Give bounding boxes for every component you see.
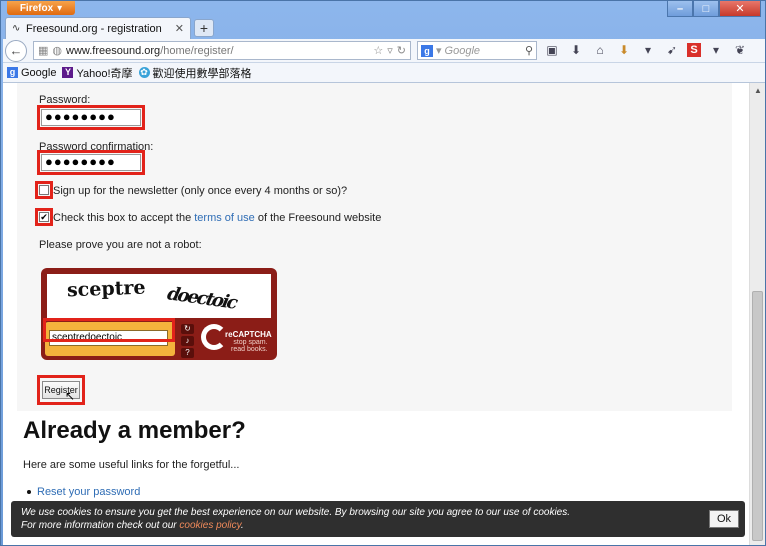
- cookie-line-2: For more information check out our cooki…: [21, 519, 735, 532]
- search-bar[interactable]: g ▾ Google ⚲: [417, 41, 537, 60]
- new-tab-button[interactable]: +: [194, 19, 214, 37]
- download-helper-icon[interactable]: ⬇: [615, 41, 633, 59]
- firefox-menu-button[interactable]: Firefox ▾: [7, 1, 75, 15]
- scroll-up-arrow-icon[interactable]: ▲: [750, 83, 765, 97]
- cookie-ok-button[interactable]: Ok: [709, 510, 739, 528]
- navigation-toolbar: ← ▦ ◍ www.freesound.org/home/register/ ☆…: [3, 39, 765, 63]
- mouse-cursor-icon: ↖: [65, 389, 76, 403]
- captcha-refresh-icon[interactable]: ↻: [181, 324, 194, 334]
- captcha-image: sceptre doectoic: [47, 274, 271, 318]
- terms-text: Check this box to accept the terms of us…: [53, 212, 381, 224]
- list-item: Reset your password: [27, 486, 140, 498]
- addon-icon[interactable]: ❦: [731, 41, 749, 59]
- yahoo-icon: Y: [62, 67, 74, 78]
- recaptcha-widget: sceptre doectoic sceptre doectoic ↻ ♪ ? r…: [41, 268, 277, 360]
- terms-checkbox[interactable]: ✔: [39, 212, 49, 222]
- recaptcha-tagline-2: read books.: [231, 346, 268, 353]
- bookmark-label: 歡迎使用數學部落格: [152, 67, 252, 80]
- newsletter-checkbox[interactable]: [39, 185, 49, 195]
- freesound-favicon-icon: ∿: [12, 22, 21, 34]
- downloads-icon[interactable]: ⬇: [567, 41, 585, 59]
- url-bar[interactable]: ▦ ◍ www.freesound.org/home/register/ ☆ ▿…: [33, 41, 411, 60]
- cookie-line-1: We use cookies to ensure you get the bes…: [21, 507, 571, 518]
- cookie-line-2-suffix: .: [240, 520, 244, 531]
- cookie-line-2-prefix: For more information check out our: [21, 520, 180, 531]
- google-search-engine-icon[interactable]: g: [421, 44, 433, 57]
- registration-form: Password: ●●●●●●●● Password confirmation…: [17, 83, 732, 411]
- reset-password-link[interactable]: Reset your password: [37, 486, 140, 498]
- google-icon: g: [7, 67, 18, 78]
- page-content: Password: ●●●●●●●● Password confirmation…: [3, 83, 765, 545]
- cookie-notice-bar: We use cookies to ensure you get the bes…: [11, 501, 745, 537]
- captcha-controls: ↻ ♪ ?: [181, 324, 195, 358]
- tab-close-icon[interactable]: ✕: [175, 22, 184, 35]
- terms-of-use-link[interactable]: terms of use: [194, 212, 255, 224]
- bookmark-star-icon[interactable]: ☆: [373, 44, 383, 57]
- vertical-scrollbar[interactable]: ▲: [749, 83, 765, 545]
- toolbar-icons: ▣ ⬇ ⌂ ⬇ ▾ ➹ S ▾ ❦: [543, 41, 749, 59]
- search-engine-dropdown-icon[interactable]: ▾: [436, 44, 442, 57]
- firefox-label: Firefox: [19, 2, 54, 14]
- url-host: www.freesound.org: [66, 44, 161, 57]
- home-icon[interactable]: ⌂: [591, 41, 609, 59]
- browser-window: Firefox ▾ – □ ✕ ∿ Freesound.org - regist…: [0, 0, 766, 546]
- robot-prompt: Please prove you are not a robot:: [39, 239, 202, 251]
- page-icon: ▦: [38, 45, 49, 57]
- tab-title: Freesound.org - registration: [26, 22, 162, 35]
- back-arrow-icon: ←: [9, 43, 23, 58]
- bookmark-label: Google: [21, 66, 57, 79]
- dropdown-arrow-icon[interactable]: ▾: [707, 41, 725, 59]
- recaptcha-c-icon: [201, 324, 227, 350]
- recaptcha-tagline: stop spam. read books.: [231, 339, 268, 353]
- url-path: /home/register/: [160, 44, 234, 57]
- cookies-policy-link[interactable]: cookies policy: [179, 520, 241, 531]
- recaptcha-logo: reCAPTCHA stop spam. read books.: [201, 324, 273, 356]
- bookmarks-toolbar: g Google Y Yahoo!奇摩 ✿ 歡迎使用數學部落格: [3, 63, 765, 83]
- dropdown-arrow-icon: ▾: [57, 2, 63, 14]
- terms-suffix: of the Freesound website: [254, 212, 382, 224]
- captcha-audio-icon[interactable]: ♪: [181, 336, 194, 346]
- captcha-help-icon[interactable]: ?: [181, 348, 194, 358]
- captcha-word-1: sceptre: [66, 276, 146, 302]
- stumble-s-icon[interactable]: S: [687, 43, 701, 57]
- recaptcha-tagline-1: stop spam.: [233, 339, 268, 346]
- recaptcha-name: reCAPTCHA: [225, 330, 272, 339]
- captcha-word-2: doectoic: [163, 283, 241, 314]
- newsletter-text: Sign up for the newsletter (only once ev…: [53, 185, 348, 197]
- share-icon[interactable]: ➹: [663, 41, 681, 59]
- scrollbar-thumb[interactable]: [752, 291, 763, 541]
- password-input[interactable]: ●●●●●●●●: [41, 109, 141, 126]
- bullet-icon: [27, 490, 31, 494]
- bookmark-yahoo[interactable]: Y Yahoo!奇摩: [62, 65, 133, 81]
- search-icon[interactable]: ⚲: [525, 44, 533, 57]
- maximize-button[interactable]: □: [693, 1, 719, 17]
- globe-icon: ✿: [138, 67, 150, 78]
- already-member-heading: Already a member?: [23, 417, 246, 444]
- password-confirmation-input[interactable]: ●●●●●●●●: [41, 154, 141, 171]
- reload-icon[interactable]: ↻: [397, 44, 406, 57]
- bookmark-google[interactable]: g Google: [7, 67, 56, 79]
- forgetful-links-text: Here are some useful links for the forge…: [23, 459, 240, 471]
- minimize-button[interactable]: –: [667, 1, 693, 17]
- terms-prefix: Check this box to accept the: [53, 212, 195, 224]
- captcha-input-highlight: [43, 318, 175, 342]
- tab-freesound-registration[interactable]: ∿ Freesound.org - registration ✕: [5, 17, 191, 39]
- bookmark-math-blog[interactable]: ✿ 歡迎使用數學部落格: [138, 65, 252, 81]
- screen-capture-icon[interactable]: ▣: [543, 41, 561, 59]
- search-placeholder: Google: [444, 44, 481, 57]
- bookmark-label: Yahoo!奇摩: [76, 67, 133, 80]
- back-button[interactable]: ←: [5, 39, 27, 62]
- dropdown-arrow-icon[interactable]: ▾: [639, 41, 657, 59]
- globe-icon: ◍: [52, 45, 63, 57]
- history-dropdown-icon[interactable]: ▿: [387, 44, 393, 57]
- window-controls: – □ ✕: [667, 1, 761, 17]
- close-window-button[interactable]: ✕: [719, 1, 761, 17]
